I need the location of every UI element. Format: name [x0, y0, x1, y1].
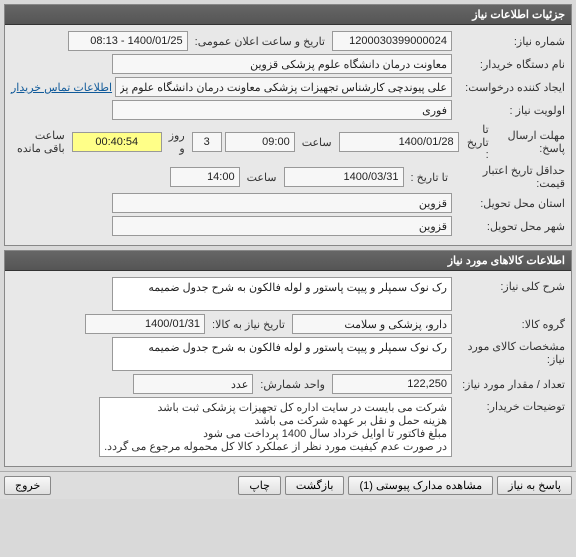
time-label-1: ساعت — [298, 136, 336, 149]
general-desc: رک نوک سمپلر و پیپت پاستور و لوله فالکون… — [112, 277, 452, 311]
group-field — [292, 314, 452, 334]
deadline-label: مهلت ارسال پاسخ: — [496, 129, 565, 155]
qty-label: تعداد / مقدار مورد نیاز: — [455, 378, 565, 391]
group-label: گروه کالا: — [455, 318, 565, 331]
validity-label: حداقل تاریخ اعتبار قیمت: — [455, 164, 565, 190]
days-label: روز و — [165, 129, 189, 155]
req-number — [332, 31, 452, 51]
panel1-header: جزئیات اطلاعات نیاز — [5, 5, 571, 25]
unit-label: واحد شمارش: — [256, 378, 329, 391]
priority-label: اولویت نیاز : — [455, 104, 565, 117]
panel2-header: اطلاعات کالاهای مورد نیاز — [5, 251, 571, 271]
validity-time — [170, 167, 240, 187]
notes-label: توضیحات خریدار: — [455, 397, 565, 413]
countdown — [72, 132, 162, 152]
qty-field — [332, 374, 452, 394]
need-details-panel: جزئیات اطلاعات نیاز شماره نیاز: تاریخ و … — [4, 4, 572, 246]
city-label: شهر محل تحویل: — [455, 220, 565, 233]
time-label-2: ساعت — [243, 171, 281, 184]
validity-date — [284, 167, 404, 187]
public-date — [68, 31, 188, 51]
to-date-label-2: تا تاریخ : — [407, 171, 452, 184]
need-date-label: تاریخ نیاز به کالا: — [208, 318, 289, 331]
back-button[interactable]: بازگشت — [285, 476, 345, 495]
req-number-label: شماره نیاز: — [455, 35, 565, 48]
to-date-label: تا تاریخ : — [462, 123, 493, 161]
spec-field: رک نوک سمپلر و پیپت پاستور و لوله فالکون… — [112, 337, 452, 371]
print-button[interactable]: چاپ — [238, 476, 281, 495]
buyer-field — [112, 54, 452, 74]
respond-button[interactable]: پاسخ به نیاز — [497, 476, 572, 495]
priority-field — [112, 100, 452, 120]
general-desc-label: شرح کلی نیاز: — [455, 277, 565, 293]
unit-field — [133, 374, 253, 394]
exit-button[interactable]: خروج — [4, 476, 51, 495]
button-bar: پاسخ به نیاز مشاهده مدارک پیوستی (1) باز… — [0, 471, 576, 499]
need-date — [85, 314, 205, 334]
days-field — [192, 132, 222, 152]
attachments-button[interactable]: مشاهده مدارک پیوستی (1) — [348, 476, 493, 495]
remain-label: ساعت باقی مانده — [11, 129, 69, 155]
goods-panel: اطلاعات کالاهای مورد نیاز شرح کلی نیاز: … — [4, 250, 572, 467]
public-date-label: تاریخ و ساعت اعلان عمومی: — [191, 35, 329, 48]
deadline-date — [339, 132, 459, 152]
creator-label: ایجاد کننده درخواست: — [455, 81, 565, 94]
creator-field — [115, 77, 452, 97]
province-field — [112, 193, 452, 213]
buyer-label: نام دستگاه خریدار: — [455, 58, 565, 71]
contact-link[interactable]: اطلاعات تماس خریدار — [11, 81, 112, 94]
deadline-time — [225, 132, 295, 152]
spec-label: مشخصات کالای مورد نیاز: — [455, 337, 565, 366]
city-field — [112, 216, 452, 236]
province-label: استان محل تحویل: — [455, 197, 565, 210]
notes-field: شرکت می بایست در سایت اداره کل تجهیزات پ… — [99, 397, 452, 457]
